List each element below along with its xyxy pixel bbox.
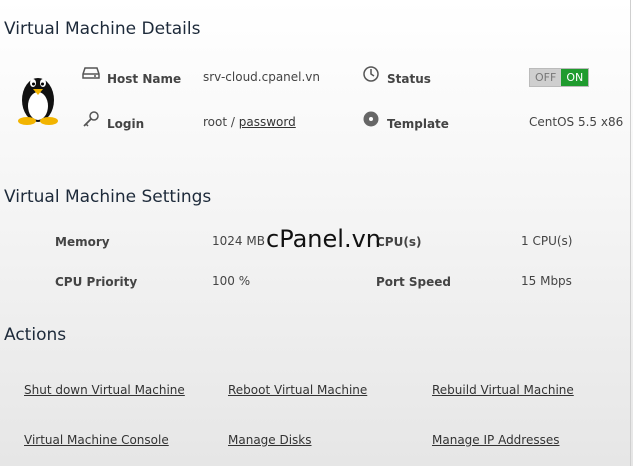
memory-label: Memory xyxy=(55,235,110,249)
cpus-value: 1 CPU(s) xyxy=(521,234,573,248)
key-icon xyxy=(83,111,99,127)
actions-title: Actions xyxy=(4,325,67,345)
status-off-option[interactable]: OFF xyxy=(530,69,562,86)
hostname-value: srv-cloud.cpanel.vn xyxy=(203,70,321,84)
reboot-vm-link[interactable]: Reboot Virtual Machine xyxy=(228,383,367,397)
watermark-text: cPanel.vn xyxy=(266,225,381,253)
details-title: Virtual Machine Details xyxy=(4,19,201,39)
login-separator: / xyxy=(230,115,235,129)
cpu-priority-label: CPU Priority xyxy=(55,275,138,289)
settings-title: Virtual Machine Settings xyxy=(4,187,212,207)
shutdown-vm-link[interactable]: Shut down Virtual Machine xyxy=(24,383,185,397)
hostname-label: Host Name xyxy=(107,72,182,86)
password-link[interactable]: password xyxy=(239,115,296,129)
login-user: root xyxy=(203,115,228,129)
rebuild-vm-link[interactable]: Rebuild Virtual Machine xyxy=(432,383,574,397)
linux-penguin-icon xyxy=(18,78,58,125)
cpus-label: CPU(s) xyxy=(376,235,422,249)
manage-ip-link[interactable]: Manage IP Addresses xyxy=(432,433,560,447)
disc-icon xyxy=(363,111,379,127)
memory-value: 1024 MB xyxy=(212,234,265,248)
vm-console-link[interactable]: Virtual Machine Console xyxy=(24,433,169,447)
clock-icon xyxy=(363,66,379,82)
status-label: Status xyxy=(387,72,431,86)
login-value: root / password xyxy=(203,115,296,129)
server-icon xyxy=(82,67,100,79)
manage-disks-link[interactable]: Manage Disks xyxy=(228,433,312,447)
port-speed-label: Port Speed xyxy=(376,275,451,289)
status-toggle[interactable]: OFF ON xyxy=(529,68,590,87)
cpu-priority-value: 100 % xyxy=(212,274,251,288)
login-label: Login xyxy=(107,117,145,131)
port-speed-value: 15 Mbps xyxy=(521,274,572,288)
template-value: CentOS 5.5 x86 xyxy=(529,115,624,129)
right-border xyxy=(630,0,631,466)
status-on-option[interactable]: ON xyxy=(561,69,589,86)
template-label: Template xyxy=(387,117,449,131)
